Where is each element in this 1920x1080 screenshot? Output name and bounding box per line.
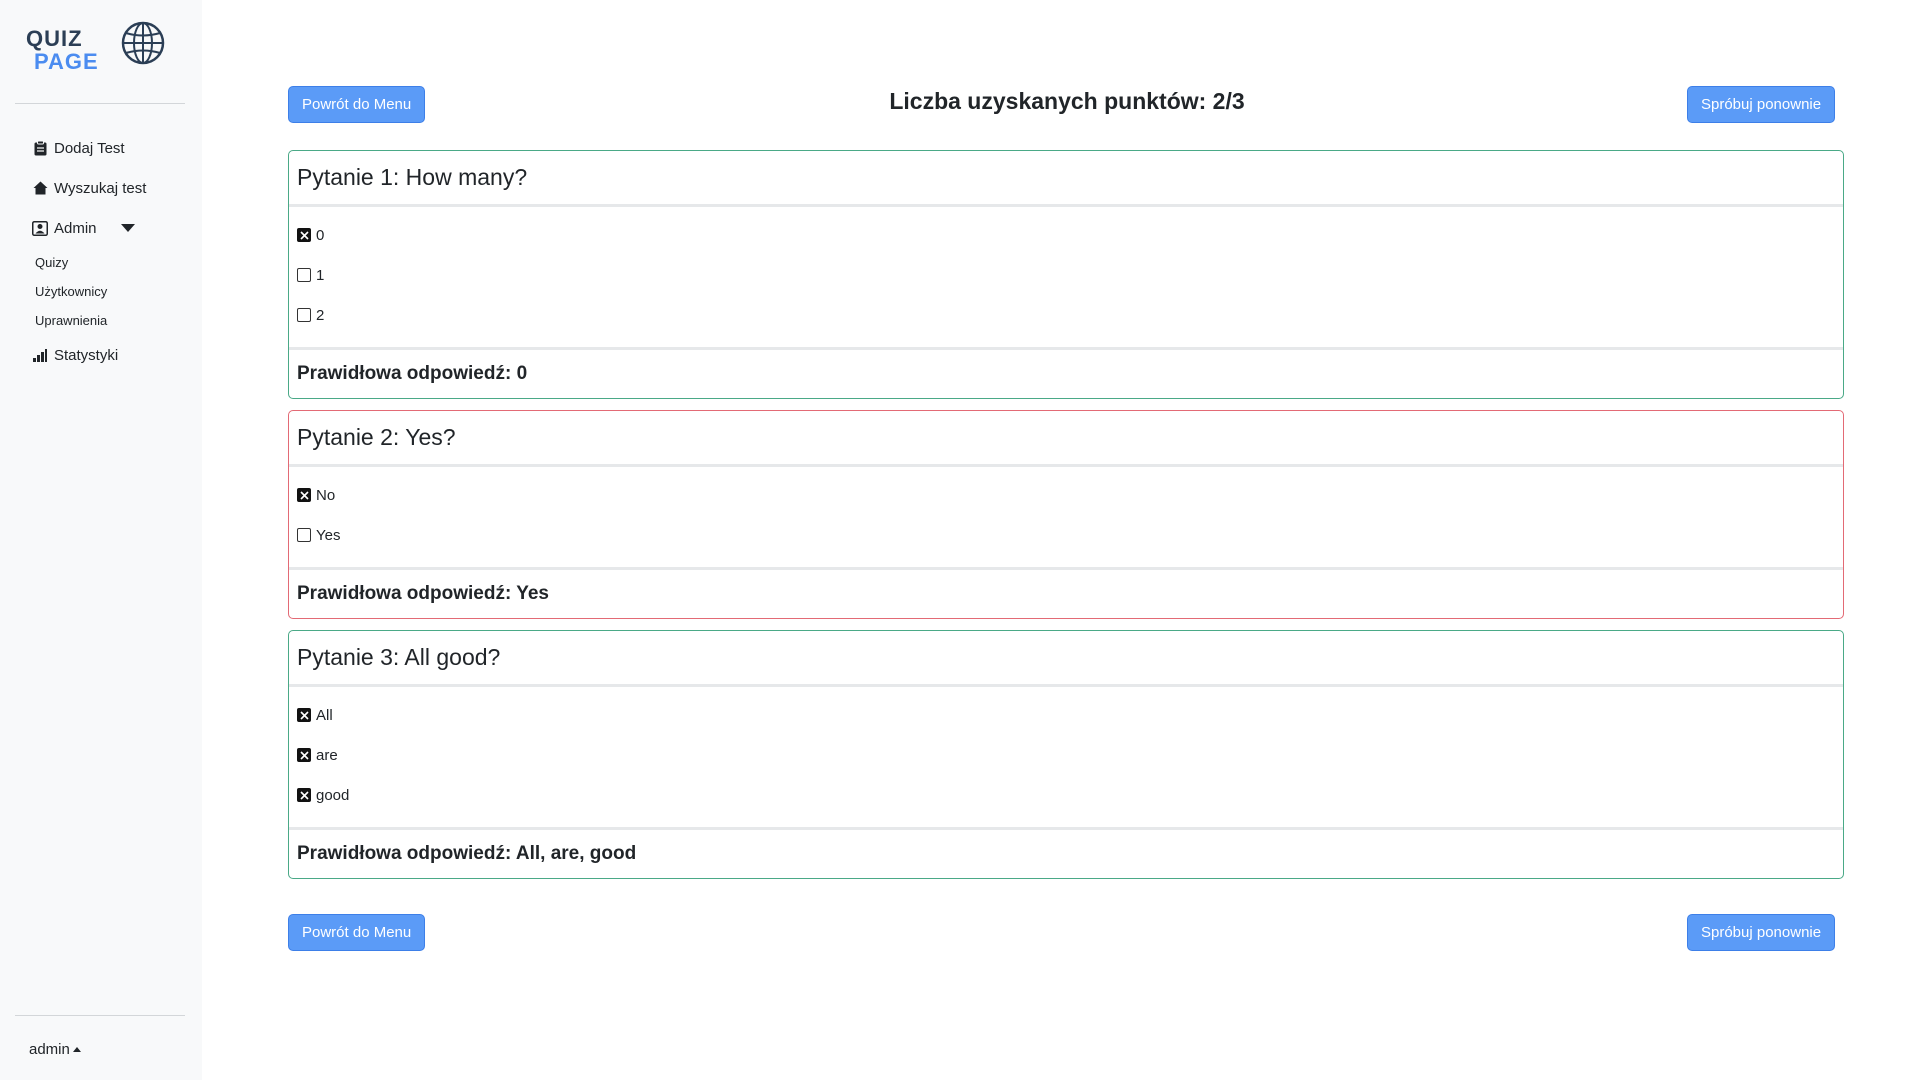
checked-checkbox-icon[interactable]: [297, 788, 311, 802]
globe-icon: [121, 21, 165, 65]
sidebar-item-label: Statystyki: [54, 346, 119, 364]
sidebar-item-dodaj-test[interactable]: Dodaj Test: [0, 128, 202, 168]
answer-option[interactable]: 2: [297, 295, 1835, 335]
caret-up-icon: [72, 1047, 81, 1052]
correct-answer: Prawidłowa odpowiedź: All, are, good: [297, 843, 637, 864]
bar-chart-icon: [32, 347, 48, 363]
try-again-button-bottom[interactable]: Spróbuj ponownie: [1687, 914, 1836, 951]
chevron-down-icon[interactable]: [120, 224, 135, 232]
question-title: Pytanie 3: All good?: [289, 631, 1843, 687]
checked-checkbox-icon[interactable]: [297, 748, 311, 762]
unchecked-checkbox-icon[interactable]: [297, 268, 311, 282]
sidebar-item-label: Wyszukaj test: [54, 179, 147, 197]
question-title: Pytanie 1: How many?: [289, 151, 1843, 207]
logo-text-line2: PAGE: [34, 49, 99, 74]
checked-checkbox-icon[interactable]: [297, 708, 311, 722]
question-card-3: Pytanie 3: All good? All are good Prawid…: [288, 630, 1844, 879]
answer-option[interactable]: good: [297, 775, 1835, 815]
username: admin: [29, 1041, 70, 1058]
answer-option[interactable]: No: [297, 475, 1835, 515]
logo-text-line1: QUIZ: [26, 26, 83, 51]
unchecked-checkbox-icon[interactable]: [297, 528, 311, 542]
sidebar-item-admin[interactable]: Admin: [0, 208, 202, 248]
sidebar: QUIZ PAGE Dodaj Test Wyszukaj test Admin…: [0, 0, 202, 1080]
answer-options: No Yes: [289, 467, 1843, 570]
back-to-menu-button-bottom[interactable]: Powrót do Menu: [288, 914, 426, 951]
answer-options: All are good: [289, 687, 1843, 830]
correct-answer: Prawidłowa odpowiedź: 0: [297, 363, 528, 384]
answer-options: 0 1 2: [289, 207, 1843, 350]
sidebar-divider-top: [15, 103, 185, 104]
home-icon: [32, 180, 48, 196]
option-label: 2: [316, 306, 325, 324]
sidebar-subitem-uprawnienia[interactable]: Uprawnienia: [0, 306, 202, 335]
sidebar-item-statystyki[interactable]: Statystyki: [0, 335, 202, 375]
checked-checkbox-icon[interactable]: [297, 488, 311, 502]
answer-option[interactable]: are: [297, 735, 1835, 775]
option-label: All: [316, 706, 333, 724]
sidebar-subitem-uzytkownicy[interactable]: Użytkownicy: [0, 277, 202, 306]
person-badge-icon: [32, 220, 48, 236]
option-label: 1: [316, 266, 325, 284]
try-again-button[interactable]: Spróbuj ponownie: [1687, 86, 1836, 123]
user-menu[interactable]: admin: [29, 1041, 81, 1058]
unchecked-checkbox-icon[interactable]: [297, 308, 311, 322]
correct-answer: Prawidłowa odpowiedź: Yes: [297, 583, 549, 604]
quiz-page-logo[interactable]: QUIZ PAGE: [26, 18, 166, 78]
score-heading: Liczba uzyskanych punktów: 2/3: [889, 88, 1245, 114]
answer-option[interactable]: All: [297, 695, 1835, 735]
option-label: No: [316, 486, 336, 504]
answer-option[interactable]: 0: [297, 215, 1835, 255]
option-label: are: [316, 746, 338, 764]
sidebar-divider-bottom: [15, 1015, 185, 1016]
question-card-2: Pytanie 2: Yes? No Yes Prawidłowa odpowi…: [288, 410, 1844, 619]
option-label: Yes: [316, 526, 341, 544]
sidebar-nav: Dodaj Test Wyszukaj test Admin Quizy Uży…: [0, 128, 202, 375]
clipboard-icon: [32, 140, 48, 156]
answer-option[interactable]: Yes: [297, 515, 1835, 555]
option-label: 0: [316, 226, 325, 244]
sidebar-item-wyszukaj-test[interactable]: Wyszukaj test: [0, 168, 202, 208]
sidebar-item-label: Admin: [54, 219, 97, 237]
question-title: Pytanie 2: Yes?: [289, 411, 1843, 467]
question-card-1: Pytanie 1: How many? 0 1 2 Prawidłowa od…: [288, 150, 1844, 399]
option-label: good: [316, 786, 350, 804]
answer-option[interactable]: 1: [297, 255, 1835, 295]
sidebar-subitem-quizy[interactable]: Quizy: [0, 248, 202, 277]
checked-checkbox-icon[interactable]: [297, 228, 311, 242]
sidebar-item-label: Dodaj Test: [54, 139, 125, 157]
